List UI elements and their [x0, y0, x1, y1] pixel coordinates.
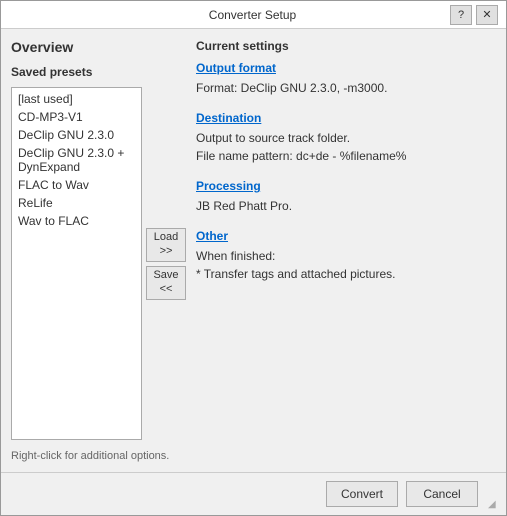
section-other: Other When finished:* Transfer tags and a…: [196, 229, 496, 283]
section-text: JB Red Phatt Pro.: [196, 197, 496, 215]
window-title: Converter Setup: [55, 8, 450, 22]
title-bar-buttons: ? ✕: [450, 5, 498, 25]
section-output-format: Output format Format: DeClip GNU 2.3.0, -…: [196, 61, 496, 97]
hint-text: Right-click for additional options.: [11, 450, 186, 462]
saved-presets-label: Saved presets: [11, 65, 186, 79]
cancel-button[interactable]: Cancel: [406, 481, 478, 507]
section-destination: Destination Output to source track folder…: [196, 111, 496, 165]
save-button[interactable]: Save<<: [146, 266, 186, 300]
list-item[interactable]: FLAC to Wav: [14, 176, 139, 194]
close-button[interactable]: ✕: [476, 5, 498, 25]
list-item[interactable]: Wav to FLAC: [14, 212, 139, 230]
load-button[interactable]: Load>>: [146, 228, 186, 262]
section-text: Format: DeClip GNU 2.3.0, -m3000.: [196, 79, 496, 97]
convert-button[interactable]: Convert: [326, 481, 398, 507]
right-panel: Current settings Output format Format: De…: [196, 39, 496, 462]
overview-title: Overview: [11, 39, 186, 55]
processing-link[interactable]: Processing: [196, 179, 261, 193]
section-text: Output to source track folder.: [196, 129, 496, 147]
settings-sections: Output format Format: DeClip GNU 2.3.0, -…: [196, 61, 496, 297]
resize-grip: ◢: [488, 499, 496, 507]
other-link[interactable]: Other: [196, 229, 228, 243]
presets-list[interactable]: [last used]CD-MP3-V1DeClip GNU 2.3.0DeCl…: [11, 87, 142, 440]
help-button[interactable]: ?: [450, 5, 472, 25]
list-item[interactable]: DeClip GNU 2.3.0 + DynExpand: [14, 144, 139, 176]
section-processing: Processing JB Red Phatt Pro.: [196, 179, 496, 215]
bottom-bar: Convert Cancel ◢: [1, 472, 506, 515]
converter-setup-window: Converter Setup ? ✕ Overview Saved prese…: [0, 0, 507, 516]
list-item[interactable]: [last used]: [14, 90, 139, 108]
list-item[interactable]: DeClip GNU 2.3.0: [14, 126, 139, 144]
section-text: * Transfer tags and attached pictures.: [196, 265, 496, 283]
section-text: File name pattern: dc+de - %filename%: [196, 147, 496, 165]
output-format-link[interactable]: Output format: [196, 61, 276, 75]
list-item[interactable]: CD-MP3-V1: [14, 108, 139, 126]
left-panel: Overview Saved presets [last used]CD-MP3…: [11, 39, 186, 462]
section-text: When finished:: [196, 247, 496, 265]
presets-container: [last used]CD-MP3-V1DeClip GNU 2.3.0DeCl…: [11, 87, 186, 440]
content-area: Overview Saved presets [last used]CD-MP3…: [1, 29, 506, 472]
list-item[interactable]: ReLife: [14, 194, 139, 212]
current-settings-label: Current settings: [196, 39, 496, 53]
presets-action-buttons: Load>> Save<<: [146, 87, 186, 440]
destination-link[interactable]: Destination: [196, 111, 261, 125]
title-bar: Converter Setup ? ✕: [1, 1, 506, 29]
